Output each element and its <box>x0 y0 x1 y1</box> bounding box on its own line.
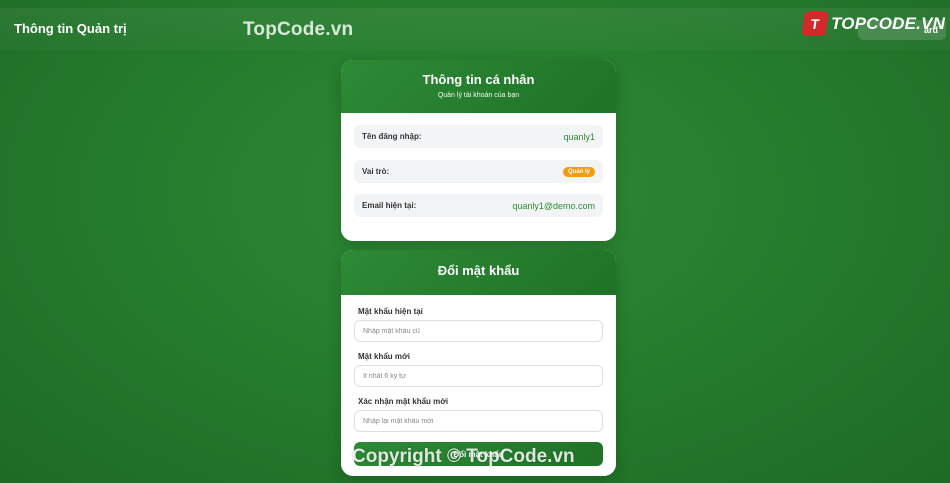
current-password-input[interactable] <box>354 320 603 342</box>
profile-subtitle: Quản lý tài khoản của bạn <box>437 92 520 99</box>
change-password-title: Đổi mật khẩu <box>437 263 520 278</box>
new-password-input[interactable] <box>354 365 603 387</box>
email-row: Email hiện tại: quanly1@demo.com <box>354 194 603 217</box>
new-password-label: Mật khẩu mới <box>358 352 410 361</box>
watermark-bottom: Copyright © TopCode.vn <box>352 446 575 467</box>
current-password-label: Mật khẩu hiện tại <box>358 307 423 316</box>
dashboard-button[interactable]: ard <box>858 20 946 40</box>
app-title: Thông tin Quản trị <box>14 21 127 36</box>
username-row: Tên đăng nhập: quanly1 <box>354 125 603 148</box>
logo-mark-icon: T <box>801 12 829 36</box>
profile-card: Thông tin cá nhân Quản lý tài khoản của … <box>341 60 616 241</box>
profile-card-header: Thông tin cá nhân Quản lý tài khoản của … <box>341 60 616 113</box>
profile-title: Thông tin cá nhân <box>422 72 535 87</box>
email-label: Email hiện tại: <box>362 201 417 210</box>
username-value: quanly1 <box>563 131 595 142</box>
username-label: Tên đăng nhập: <box>362 132 422 141</box>
role-row: Vai trò: Quản lý <box>354 160 603 183</box>
change-password-header: Đổi mật khẩu <box>341 250 616 295</box>
confirm-password-label: Xác nhận mật khẩu mới <box>358 397 449 406</box>
change-password-card: Đổi mật khẩu Mật khẩu hiện tại Mật khẩu … <box>341 250 616 476</box>
role-label: Vai trò: <box>362 167 390 176</box>
confirm-password-input[interactable] <box>354 410 603 432</box>
dashboard-button-label: ard <box>923 25 938 35</box>
role-badge: Quản lý <box>562 166 595 177</box>
email-value: quanly1@demo.com <box>512 200 595 211</box>
watermark-top: TopCode.vn <box>243 19 354 40</box>
